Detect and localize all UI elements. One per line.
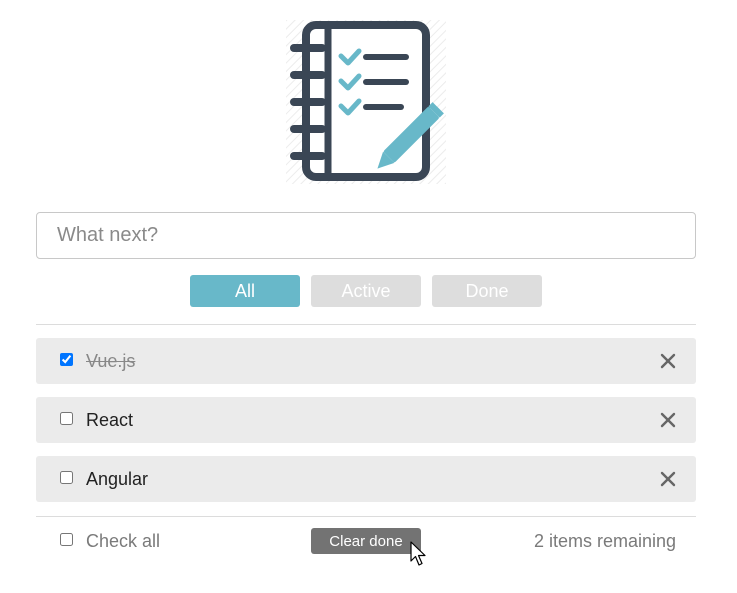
todo-label[interactable]: Angular	[86, 456, 148, 502]
todo-item: React	[36, 397, 696, 443]
items-remaining-count: 2 items remaining	[533, 531, 676, 551]
todo-toggle-checkbox[interactable]	[60, 471, 73, 484]
notebook-checklist-icon	[286, 20, 446, 184]
todo-list: Vue.js React Angular	[36, 338, 696, 515]
divider	[36, 516, 696, 517]
todo-toggle-checkbox[interactable]	[60, 353, 73, 366]
todo-item: Angular	[36, 456, 696, 502]
todo-app: All Active Done Vue.js React	[0, 0, 737, 593]
filter-all-button[interactable]: All	[190, 275, 300, 307]
clear-done-button[interactable]: Clear done	[311, 528, 421, 554]
delete-icon[interactable]	[658, 410, 678, 430]
check-all-checkbox[interactable]	[60, 533, 73, 546]
todo-label[interactable]: React	[86, 397, 133, 443]
check-all-label[interactable]: Check all	[86, 531, 160, 552]
delete-icon[interactable]	[658, 351, 678, 371]
divider	[36, 324, 696, 325]
todo-toggle-checkbox[interactable]	[60, 412, 73, 425]
filter-bar: All Active Done	[190, 275, 542, 307]
delete-icon[interactable]	[658, 469, 678, 489]
new-todo-input[interactable]	[36, 212, 696, 259]
todo-item: Vue.js	[36, 338, 696, 384]
todo-label[interactable]: Vue.js	[86, 338, 135, 384]
footer: Check all Clear done 2 items remaining	[36, 527, 696, 557]
filter-done-button[interactable]: Done	[432, 275, 542, 307]
filter-active-button[interactable]: Active	[311, 275, 421, 307]
